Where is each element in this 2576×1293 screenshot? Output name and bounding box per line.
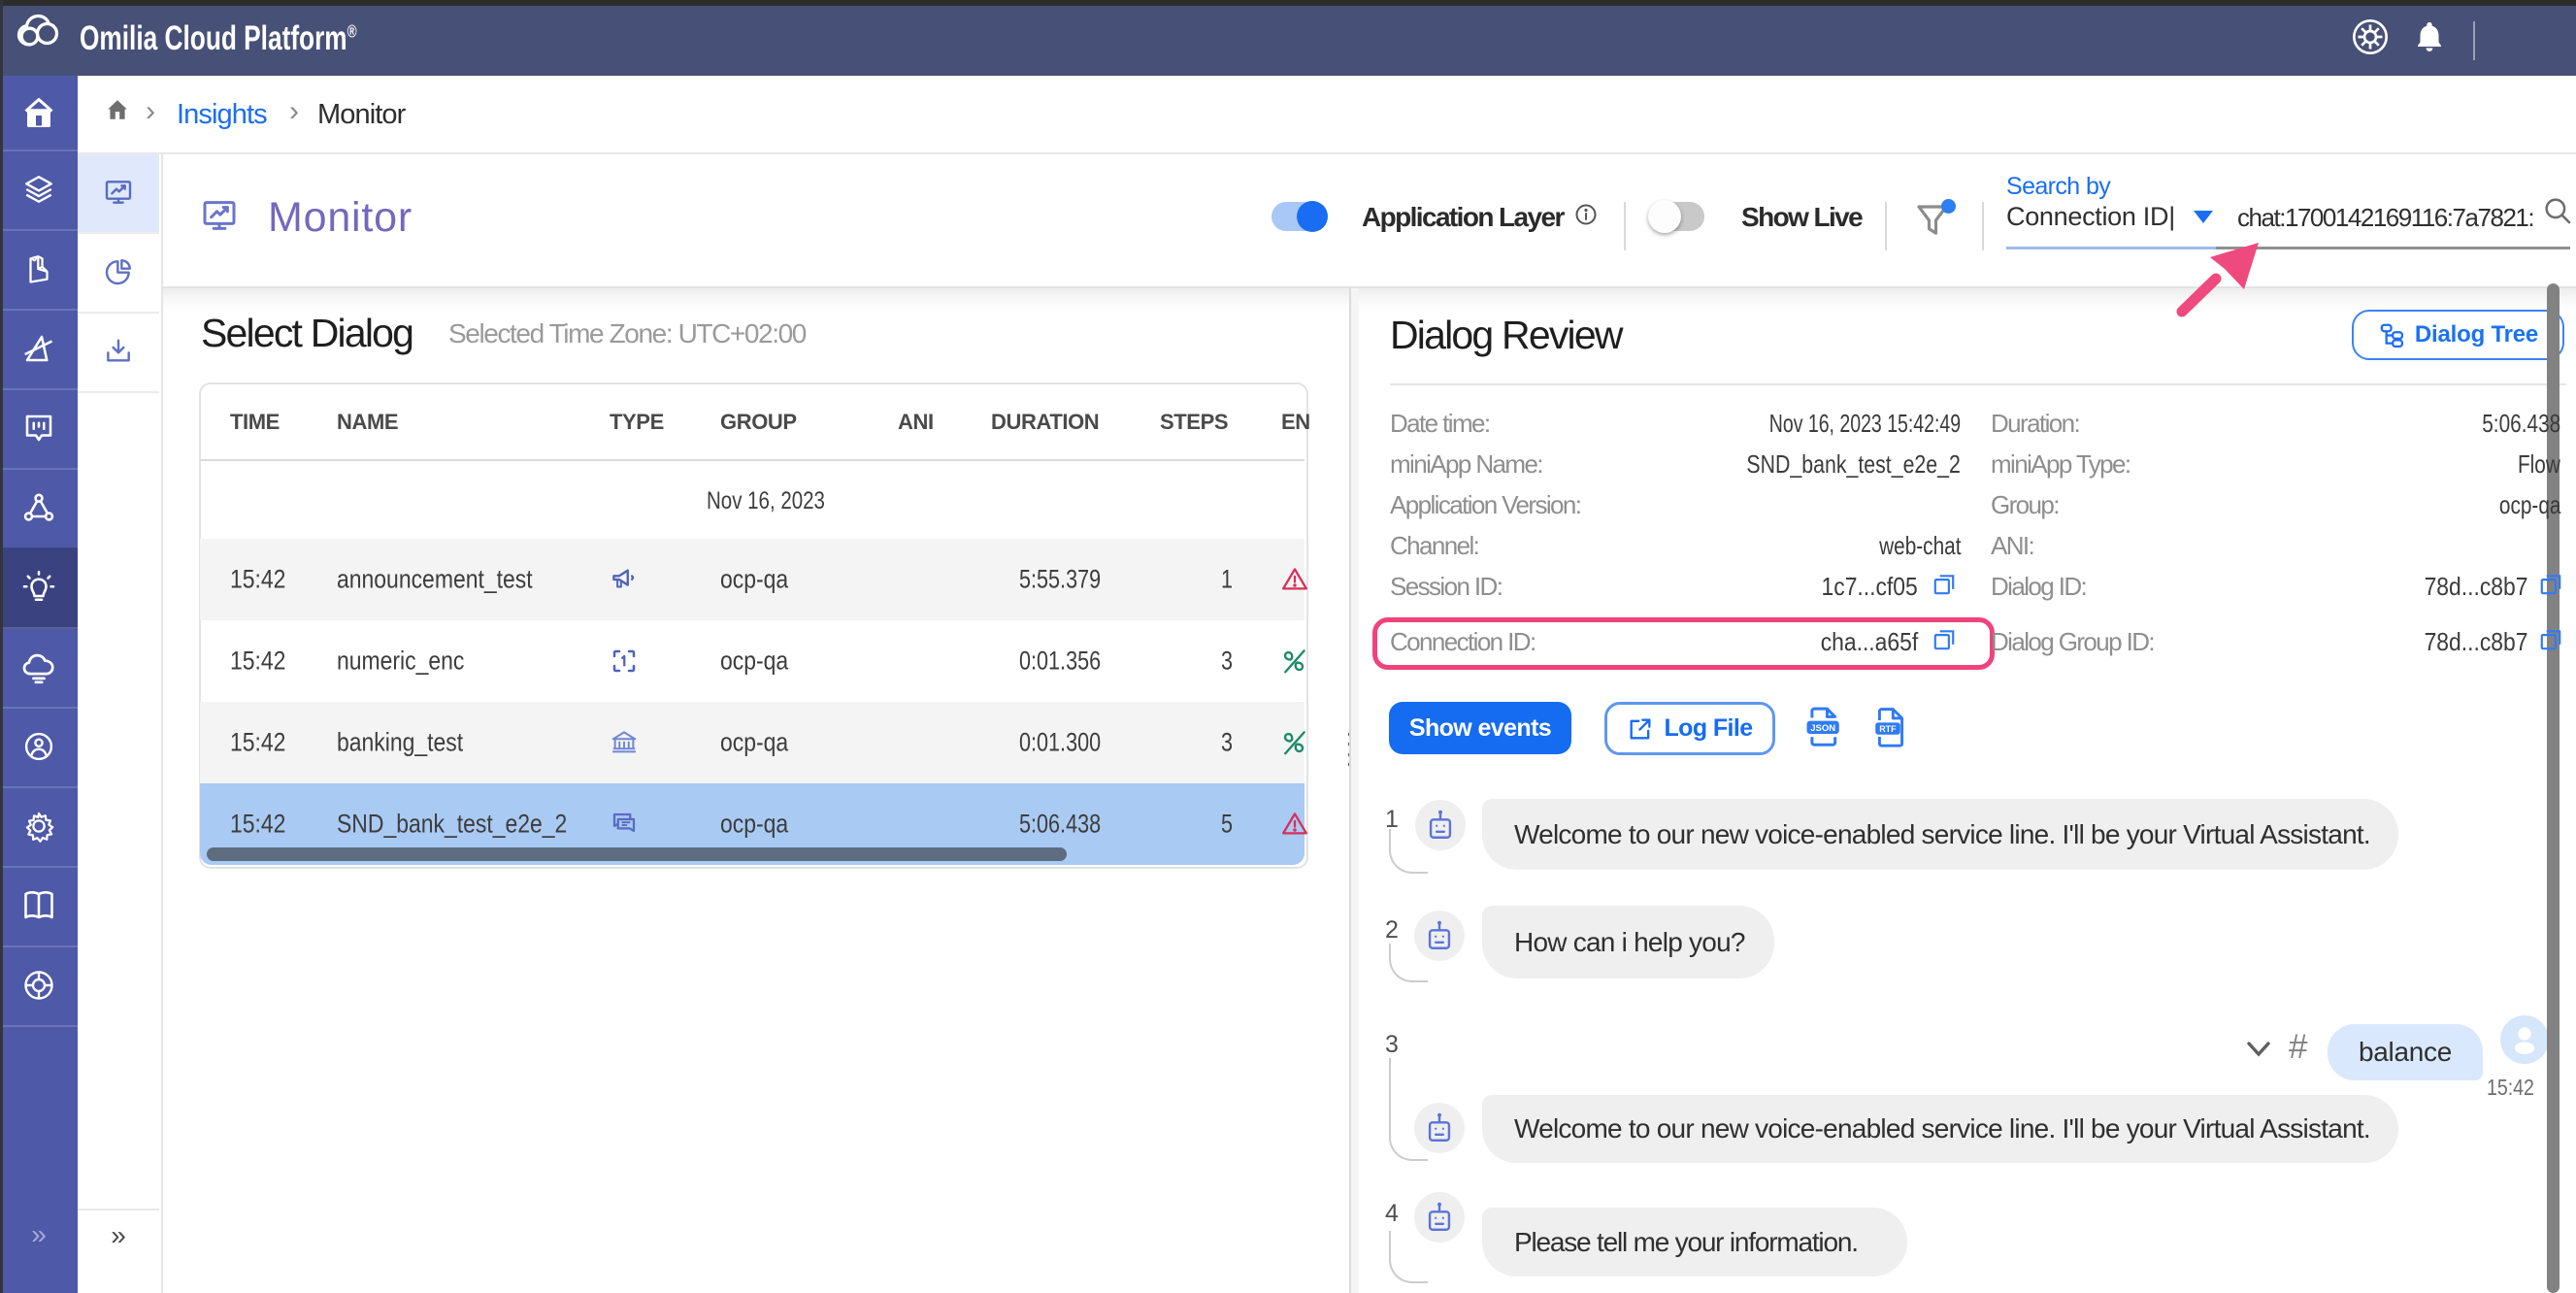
svg-text:RTF: RTF [1879, 724, 1897, 734]
svg-text:JSON: JSON [1810, 723, 1835, 734]
